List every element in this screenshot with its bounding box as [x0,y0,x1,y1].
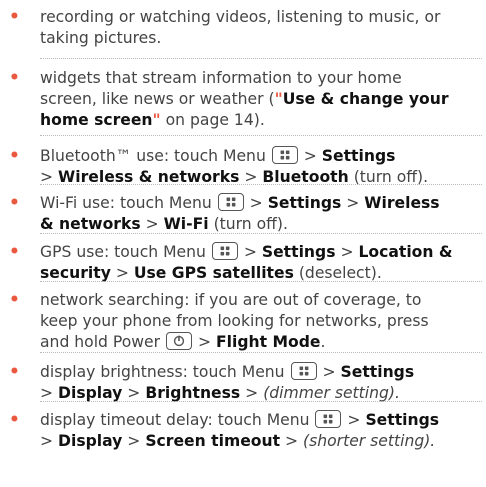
menu-key-icon [290,362,317,380]
bold-term: Screen timeout [145,432,281,450]
italic-note: (shorter setting). [303,432,436,450]
bullet-icon: • [9,290,20,310]
bold-term: & networks [40,215,141,233]
bold-term: Settings [365,411,440,429]
bold-term: Flight Mode [216,333,321,351]
list-item: • network searching: if you are out of co… [9,290,480,353]
text-run: keep your phone from looking for network… [40,312,429,330]
item-divider [40,58,482,59]
text-run: > [341,194,365,212]
bullet-icon: • [9,410,20,430]
item-divider [40,184,482,185]
bold-term: Display [58,384,123,402]
list-item: • display brightness: touch Menu > Settin… [9,362,480,404]
text-run: > [244,194,268,212]
italic-note: (dimmer setting). [263,384,400,402]
menu-key-icon [217,193,244,211]
text-line: recording or watching videos, listening … [40,7,480,28]
text-line: and hold Power > Flight Mode. [40,332,480,353]
bullet-icon: • [9,7,20,27]
text-run: > [193,333,216,351]
text-run: network searching: if you are out of cov… [40,291,422,309]
bold-term: Use GPS satellites [133,264,294,282]
text-run: display brightness: touch Menu [40,363,290,381]
menu-key-icon [211,242,238,260]
text-run: > [40,384,59,402]
text-run: > [342,411,366,429]
bold-term: Wireless [364,194,440,212]
text-run: (deselect). [293,264,382,282]
text-run: > [238,243,262,261]
text-line: Wi-Fi use: touch Menu > Settings > Wirel… [40,193,480,214]
text-line: keep your phone from looking for network… [40,311,480,332]
item-divider [40,352,482,353]
item-divider [40,401,482,402]
text-run: (turn off). [208,215,288,233]
text-run: > [122,432,146,450]
bullet-icon: • [9,362,20,382]
text-line: widgets that stream information to your … [40,68,480,89]
text-run: screen, like news or weather (" [40,90,283,108]
list-item: • widgets that stream information to your… [9,68,480,131]
quote-mark: " [274,90,283,108]
text-line: taking pictures. [40,28,480,49]
text-run: widgets that stream information to your … [40,69,402,87]
text-run: GPS use: touch Menu [40,243,211,261]
bullet-icon: • [9,193,20,213]
text-line: home screen" on page 14). [40,110,480,131]
bold-term: Settings [267,194,342,212]
text-line: network searching: if you are out of cov… [40,290,480,311]
text-run: taking pictures. [40,29,162,47]
quote-mark: " [152,111,161,129]
text-run: > [240,384,264,402]
text-line: Bluetooth™ use: touch Menu > Settings [40,146,480,167]
text-line: screen, like news or weather ("Use & cha… [40,89,480,110]
menu-key-icon [315,410,342,428]
text-run: " on page 14). [152,111,265,129]
item-divider [40,281,482,282]
list-item: • GPS use: touch Menu > Settings > Locati… [9,242,480,284]
text-line: display brightness: touch Menu > Setting… [40,362,480,383]
bullet-icon: • [9,68,20,88]
manual-page: • recording or watching videos, listening… [0,0,486,487]
text-run: > [335,243,359,261]
bold-term: Brightness [145,384,241,402]
bold-term: Wi-Fi [163,215,209,233]
bold-term: Use & change your [282,90,449,108]
text-run: Bluetooth™ use: touch Menu [40,147,271,165]
text-run: > [110,264,134,282]
text-line: > Display > Screen timeout > (shorter se… [40,431,480,452]
power-key-icon [166,332,193,350]
menu-key-icon [271,146,298,164]
text-run: and hold Power [40,333,166,351]
list-item: • Wi-Fi use: touch Menu > Settings > Wire… [9,193,480,235]
bullet-icon: • [9,146,20,166]
bold-term: Display [58,432,123,450]
bold-term: Settings [340,363,415,381]
text-run: > [122,384,146,402]
item-divider [40,233,482,234]
text-run: > [140,215,164,233]
text-line: & networks > Wi-Fi (turn off). [40,214,480,235]
item-divider [40,135,482,136]
bold-term: Settings [261,243,336,261]
list-item: • Bluetooth™ use: touch Menu > Settings > … [9,146,480,188]
text-run: display timeout delay: touch Menu [40,411,315,429]
text-run: > [298,147,322,165]
text-run: > [280,432,304,450]
list-item: • display timeout delay: touch Menu > Set… [9,410,480,452]
bullet-icon: • [9,242,20,262]
bold-term: Location & [358,243,453,261]
text-run: > [317,363,341,381]
text-run: > [40,432,59,450]
bold-term: security [40,264,111,282]
bold-term: home screen [40,111,153,129]
bold-term: Settings [321,147,396,165]
text-line: GPS use: touch Menu > Settings > Locatio… [40,242,480,263]
text-run: Wi-Fi use: touch Menu [40,194,217,212]
text-run: recording or watching videos, listening … [40,8,441,26]
list-item: • recording or watching videos, listening… [9,7,480,49]
text-run: . [320,333,326,351]
text-line: display timeout delay: touch Menu > Sett… [40,410,480,431]
